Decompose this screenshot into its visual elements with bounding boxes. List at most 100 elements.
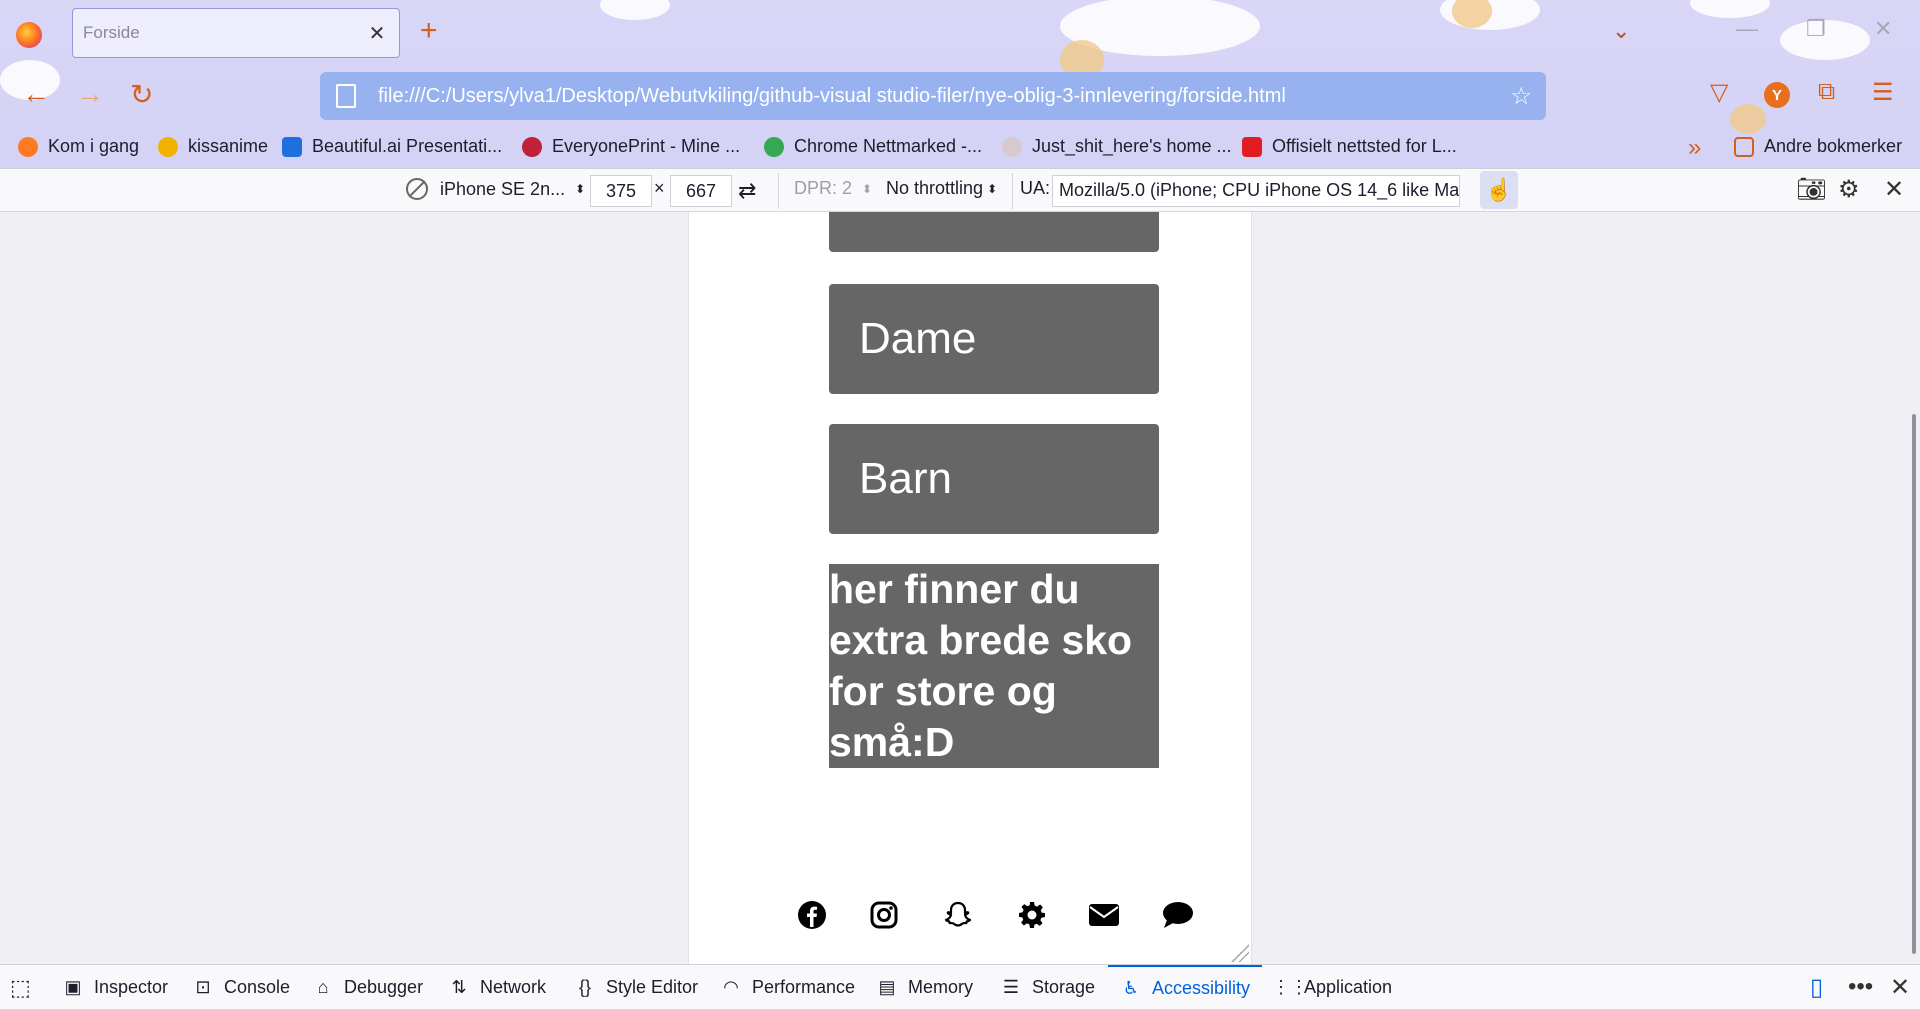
menu-hamburger-icon[interactable]: ☰	[1872, 78, 1894, 107]
tab-label: Performance	[752, 977, 856, 997]
resize-handle[interactable]	[1231, 944, 1249, 962]
close-devtools-icon[interactable]: ✕	[1890, 973, 1910, 1002]
toolbar-divider	[1012, 173, 1013, 209]
tab-application[interactable]: ⋮⋮ Application	[1272, 965, 1392, 1009]
chrome-webstore-icon	[764, 136, 784, 157]
facebook-icon[interactable]	[795, 898, 829, 932]
nav-button-dame[interactable]: Dame	[829, 284, 1159, 394]
tab-debugger[interactable]: ⌂ Debugger	[312, 965, 424, 1009]
viewport-area: Herre Dame Barn her finner du extra bred…	[0, 212, 1920, 964]
devtools-toolbar: ⬚ ▣ Inspector ⊡ Console ⌂ Debugger ⇅ Net…	[0, 964, 1920, 1009]
bookmark-label: Chrome Nettmarked -...	[794, 136, 983, 156]
bookmark-star-icon[interactable]: ☆	[1510, 82, 1532, 111]
viewport-height-input[interactable]: 667	[670, 175, 732, 207]
tab-console[interactable]: ⊡ Console	[192, 965, 290, 1009]
tab-label: Network	[480, 977, 547, 997]
bookmark-label: Just_shit_here's home ...	[1032, 136, 1232, 156]
other-bookmarks-folder[interactable]: Andre bokmerker	[1734, 136, 1902, 157]
dpr-selector[interactable]: DPR: 2 ⬍	[794, 178, 872, 199]
bookmark-label: Beautiful.ai Presentati...	[312, 136, 503, 156]
navigation-bar: ← → ↻ file:///C:/Users/ylva1/Desktop/Web…	[0, 64, 1920, 128]
url-bar[interactable]: file:///C:/Users/ylva1/Desktop/Webutvkil…	[320, 72, 1546, 120]
tab-memory[interactable]: ▤ Memory	[876, 965, 973, 1009]
viewport-width-input[interactable]: 375	[590, 175, 652, 207]
inspector-icon: ▣	[64, 977, 82, 997]
more-bookmarks-chevron-icon[interactable]: »	[1688, 134, 1701, 162]
tab-storage[interactable]: ☰ Storage	[1000, 965, 1095, 1009]
tab-inspector[interactable]: ▣ Inspector	[62, 965, 168, 1009]
tab-label: Memory	[908, 977, 974, 997]
back-arrow-icon[interactable]: ←	[22, 78, 50, 110]
screenshot-camera-icon[interactable]: 📷︎	[1796, 175, 1826, 204]
storage-icon: ☰	[1002, 977, 1020, 997]
nav-button-herre[interactable]: Herre	[829, 212, 1159, 252]
bookmark-offisielt-nettsted[interactable]: Offisielt nettsted for L...	[1242, 136, 1457, 157]
nav-button-label: Barn	[859, 454, 952, 503]
bookmark-label: Offisielt nettsted for L...	[1272, 136, 1457, 156]
tab-performance[interactable]: ◠ Performance	[720, 965, 855, 1009]
tab-label: Accessibility	[1152, 978, 1251, 998]
select-arrows-icon: ⬍	[862, 181, 873, 196]
reddit-icon	[1002, 136, 1022, 157]
bookmark-kom-i-gang[interactable]: Kom i gang	[18, 136, 139, 157]
promo-text-box: her finner du extra brede sko for store …	[829, 564, 1159, 768]
style-editor-icon: {}	[578, 977, 592, 997]
accessibility-icon: ♿︎	[1122, 978, 1140, 998]
new-tab-button[interactable]: +	[420, 14, 438, 48]
network-icon: ⇅	[451, 977, 467, 997]
browser-chrome: Forside ✕ + ⌄ — ❐ ✕ ← → ↻ file:///C:/Use…	[0, 0, 1920, 168]
url-text[interactable]: file:///C:/Users/ylva1/Desktop/Webutvkil…	[378, 85, 1510, 108]
performance-icon: ◠	[723, 977, 739, 997]
more-options-icon[interactable]: •••	[1848, 973, 1873, 1001]
firefox-logo-icon	[16, 22, 42, 48]
touch-simulation-icon[interactable]: ☝	[1480, 171, 1518, 209]
device-viewport[interactable]: Herre Dame Barn her finner du extra bred…	[688, 212, 1252, 964]
dimension-separator: ×	[654, 178, 665, 198]
account-avatar[interactable]: Y	[1764, 82, 1790, 108]
throttling-selector[interactable]: No throttling ⬍	[886, 178, 997, 199]
list-all-tabs-chevron-icon[interactable]: ⌄	[1612, 18, 1630, 44]
bookmark-kissanime[interactable]: kissanime	[158, 136, 268, 157]
rotate-viewport-icon[interactable]: ⇄	[738, 178, 756, 204]
everyoneprint-icon	[522, 136, 542, 157]
element-picker-icon[interactable]: ⬚	[10, 965, 31, 1009]
chat-icon[interactable]	[1161, 898, 1195, 932]
page-scrollbar[interactable]	[1912, 414, 1916, 954]
select-arrows-icon: ⬍	[987, 181, 998, 196]
tab-label: Inspector	[94, 977, 169, 997]
close-tab-icon[interactable]: ✕	[365, 21, 389, 46]
close-window-icon[interactable]: ✕	[1874, 16, 1892, 42]
reload-icon[interactable]: ↻	[130, 78, 153, 111]
snapchat-icon[interactable]	[941, 898, 975, 932]
mail-icon[interactable]	[1087, 898, 1121, 932]
responsive-design-toolbar: iPhone SE 2n... ⬍ 375 × 667 ⇄ DPR: 2 ⬍ N…	[0, 168, 1920, 212]
javascript-disabled-icon	[406, 178, 428, 200]
close-rdm-icon[interactable]: ✕	[1884, 175, 1904, 204]
bookmark-chrome-nettmarked[interactable]: Chrome Nettmarked -...	[764, 136, 982, 157]
tab-network[interactable]: ⇅ Network	[448, 965, 546, 1009]
bookmarks-toolbar: Kom i gang kissanime Beautiful.ai Presen…	[0, 128, 1920, 168]
tab-accessibility[interactable]: ♿︎ Accessibility	[1108, 965, 1263, 1009]
device-selector[interactable]: iPhone SE 2n... ⬍	[406, 178, 585, 200]
bookmark-just-shit-here[interactable]: Just_shit_here's home ...	[1002, 136, 1232, 157]
restore-icon[interactable]: ❐	[1806, 16, 1826, 42]
console-icon: ⊡	[195, 977, 211, 997]
settings-icon[interactable]	[1015, 898, 1049, 932]
tab-label: Storage	[1032, 977, 1096, 997]
bookmark-everyoneprint[interactable]: EveryonePrint - Mine ...	[522, 136, 740, 157]
user-agent-input[interactable]: Mozilla/5.0 (iPhone; CPU iPhone OS 14_6 …	[1052, 175, 1460, 207]
nav-button-barn[interactable]: Barn	[829, 424, 1159, 534]
settings-gear-icon[interactable]: ⚙	[1838, 175, 1860, 204]
bookmark-beautiful-ai[interactable]: Beautiful.ai Presentati...	[282, 136, 502, 157]
instagram-icon[interactable]	[867, 898, 901, 932]
kissanime-icon	[158, 136, 178, 157]
minimize-icon[interactable]: —	[1736, 16, 1758, 42]
extensions-icon[interactable]: ⧉	[1818, 78, 1835, 106]
tab-style-editor[interactable]: {} Style Editor	[574, 965, 698, 1009]
nav-button-label: Dame	[859, 314, 977, 363]
tab-forside[interactable]: Forside ✕	[72, 8, 400, 58]
forward-arrow-icon[interactable]: →	[76, 78, 104, 110]
dock-side-icon[interactable]: ▯	[1810, 973, 1823, 1002]
ua-label: UA:	[1020, 178, 1051, 198]
pocket-icon[interactable]: ▽	[1710, 78, 1728, 107]
